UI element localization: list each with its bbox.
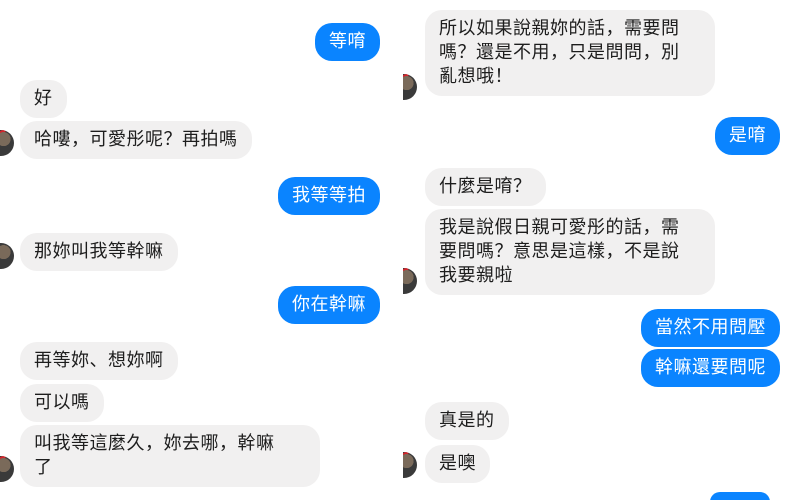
outgoing-message[interactable]: 等唷 <box>315 23 380 61</box>
incoming-message[interactable]: 真是的 <box>425 402 509 440</box>
outgoing-message-partial[interactable] <box>710 492 770 500</box>
incoming-message[interactable]: 我是說假日親可愛彤的話，需 要問嗎？意思是這樣，不是說 我要親啦 <box>425 209 715 295</box>
outgoing-message[interactable]: 當然不用問壓 <box>641 309 780 347</box>
incoming-message[interactable]: 可以嗎 <box>20 384 104 422</box>
incoming-message[interactable]: 是噢 <box>425 445 490 483</box>
outgoing-message[interactable]: 幹嘛還要問呢 <box>641 349 780 387</box>
left-chat-panel: 等唷 好 哈嘍，可愛彤呢？再拍嗎 我等等拍 那妳叫我等幹嘛 你在幹嘛 再等妳、想… <box>0 0 395 500</box>
contact-avatar-icon[interactable] <box>0 456 14 482</box>
contact-avatar-icon[interactable] <box>0 243 14 269</box>
incoming-message[interactable]: 所以如果說親妳的話，需要問 嗎？還是不用，只是問問，別 亂想哦！ <box>425 10 715 96</box>
incoming-message[interactable]: 什麼是唷？ <box>425 168 546 206</box>
outgoing-message[interactable]: 是唷 <box>715 117 780 155</box>
contact-avatar-icon[interactable] <box>403 74 417 100</box>
incoming-message[interactable]: 哈嘍，可愛彤呢？再拍嗎 <box>20 121 252 159</box>
incoming-message[interactable]: 再等妳、想妳啊 <box>20 342 178 380</box>
contact-avatar-icon[interactable] <box>403 268 417 294</box>
outgoing-message[interactable]: 我等等拍 <box>278 177 380 215</box>
contact-avatar-icon[interactable] <box>0 130 14 156</box>
incoming-message[interactable]: 好 <box>20 80 67 118</box>
right-chat-panel: 所以如果說親妳的話，需要問 嗎？還是不用，只是問問，別 亂想哦！ 是唷 什麼是唷… <box>403 0 800 500</box>
incoming-message[interactable]: 那妳叫我等幹嘛 <box>20 233 178 271</box>
incoming-message[interactable]: 叫我等這麼久，妳去哪，幹嘛 了 <box>20 425 320 487</box>
outgoing-message[interactable]: 你在幹嘛 <box>278 286 380 324</box>
panel-divider <box>395 0 403 500</box>
contact-avatar-icon[interactable] <box>403 452 417 478</box>
